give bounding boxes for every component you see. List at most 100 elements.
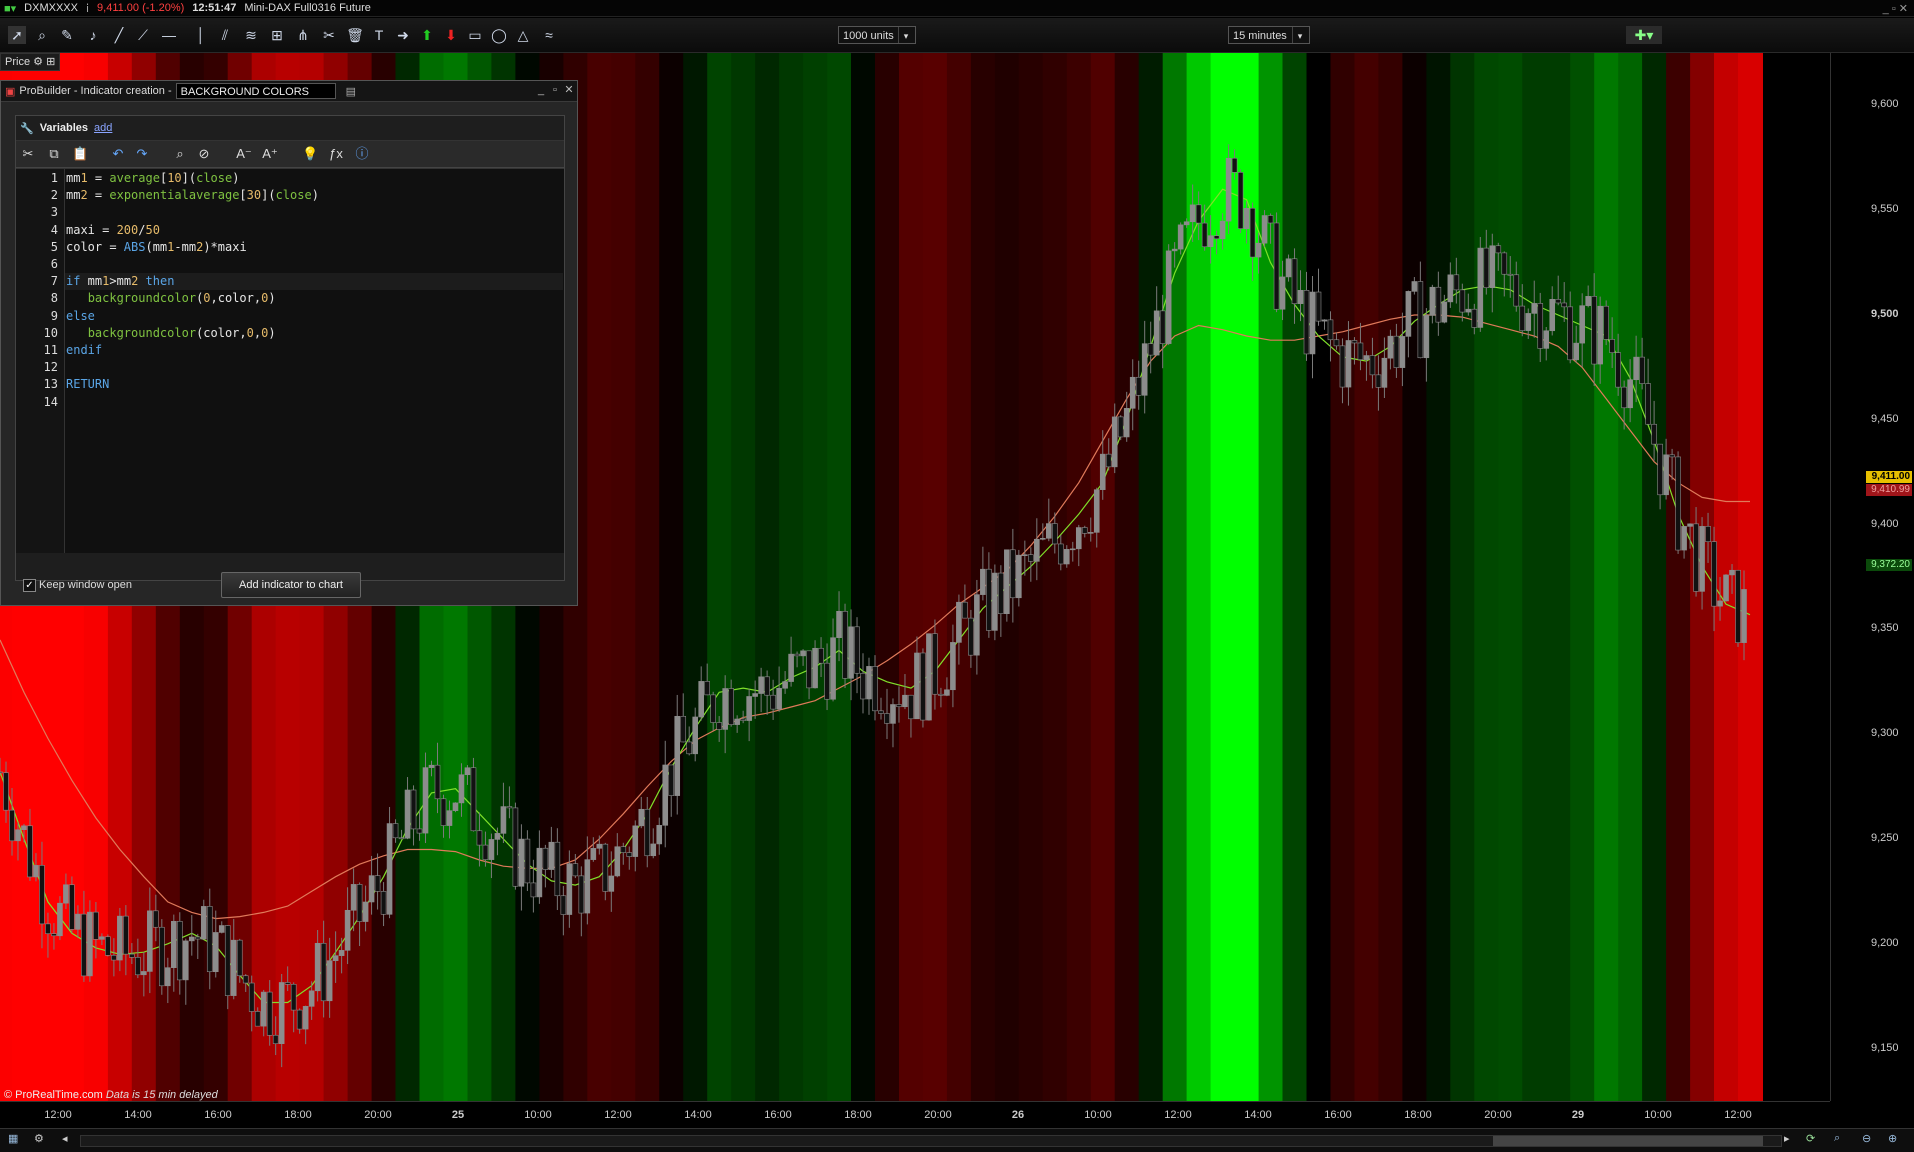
zoom-fit-icon[interactable]: ⌕: [1834, 1132, 1840, 1145]
maximize-icon[interactable]: ▫: [549, 84, 561, 96]
scroll-right-icon[interactable]: ▸: [1784, 1132, 1790, 1145]
zoom-out-icon[interactable]: ⊖: [1862, 1132, 1871, 1145]
wave-icon[interactable]: ≈: [540, 26, 558, 44]
help-icon[interactable]: ⓘ: [354, 146, 370, 162]
background-band: [1162, 53, 1188, 1101]
probuilder-titlebar[interactable]: ▣ ProBuilder - Indicator creation - BACK…: [1, 81, 577, 102]
candle: [602, 842, 609, 901]
channel-icon[interactable]: ⫽: [216, 26, 234, 44]
background-band: [1378, 53, 1404, 1101]
fibo-icon[interactable]: ≋: [242, 26, 260, 44]
background-band: [683, 53, 709, 1101]
add-indicator-button[interactable]: Add indicator to chart: [221, 572, 361, 598]
plus-icon[interactable]: ⊞: [46, 56, 55, 68]
function-icon[interactable]: ƒx: [328, 146, 344, 162]
credit-line: © ProRealTime.com Data is 15 min delayed: [4, 1089, 218, 1101]
time-tick-label: 20:00: [924, 1109, 952, 1121]
price-panel-tab[interactable]: Price ⚙ ⊞: [0, 53, 61, 71]
time-tick-label: 14:00: [124, 1109, 152, 1121]
candle: [1004, 549, 1010, 622]
background-band: [1498, 53, 1524, 1101]
arrow-up-icon[interactable]: ⬆: [418, 26, 436, 44]
replace-icon[interactable]: ⊘: [196, 146, 212, 162]
price-axis[interactable]: 9,411.00 9,410.99 9,372.20 9,600 9,550 9,5…: [1830, 53, 1914, 1101]
app-menu-icon[interactable]: ■▾: [4, 2, 16, 15]
time-axis[interactable]: 12:00 14:00 16:00 18:00 20:00 25 10:00 12:00 14:…: [0, 1101, 1830, 1128]
window-controls[interactable]: _ ▫ ✕: [1883, 2, 1908, 15]
zoom-in-icon[interactable]: ⊕: [1888, 1132, 1897, 1145]
arrow-down-icon[interactable]: ⬇: [442, 26, 460, 44]
zoom-icon[interactable]: ⌕: [33, 26, 51, 44]
keep-open-checkbox[interactable]: ✓: [23, 579, 36, 592]
calendar-icon[interactable]: ▦: [8, 1132, 18, 1145]
mm2-value-tag: 9,410.99: [1866, 484, 1912, 496]
chevron-down-icon: ▾: [1292, 27, 1307, 43]
background-band: [827, 53, 853, 1101]
units-select[interactable]: 1000 units ▾: [838, 26, 916, 44]
line-icon[interactable]: ╱: [110, 26, 128, 44]
horizontal-scrollbar[interactable]: [80, 1135, 1782, 1147]
cut-icon[interactable]: ✂: [20, 146, 36, 162]
hline-icon[interactable]: —: [160, 26, 178, 44]
close-icon[interactable]: ✕: [563, 84, 575, 96]
line-number: 3: [50, 205, 58, 220]
paste-icon[interactable]: 📋: [72, 146, 88, 162]
scroll-left-icon[interactable]: ◂: [62, 1132, 68, 1145]
font-increase-icon[interactable]: A⁺: [262, 146, 278, 162]
scissors-icon[interactable]: ✂: [320, 26, 338, 44]
background-band: [1306, 53, 1332, 1101]
chevron-down-icon: ▾: [898, 27, 913, 43]
ray-icon[interactable]: ⟋: [134, 26, 152, 44]
info-icon[interactable]: ⅰ: [86, 2, 89, 15]
line-number: 10: [43, 325, 58, 340]
candle: [1477, 236, 1484, 332]
cursor-icon[interactable]: ➚: [8, 26, 26, 44]
wrench-icon[interactable]: ⚙: [33, 56, 43, 68]
undo-icon[interactable]: ↶: [110, 146, 126, 162]
font-decrease-icon[interactable]: A⁻: [236, 146, 252, 162]
time-tick-label: 16:00: [1324, 1109, 1352, 1121]
ellipse-icon[interactable]: ◯: [490, 26, 508, 44]
clock: 12:51:47: [192, 2, 237, 14]
background-band: [1570, 53, 1596, 1101]
trash-icon[interactable]: 🗑: [346, 26, 364, 44]
config-icon[interactable]: ⚙: [34, 1132, 44, 1145]
candle: [926, 633, 932, 721]
background-band: [1666, 53, 1692, 1101]
keep-open-label: Keep window open: [39, 579, 132, 591]
probuilder-window[interactable]: ▣ ProBuilder - Indicator creation - BACK…: [0, 80, 578, 606]
pitchfork-icon[interactable]: ⋔: [294, 26, 312, 44]
triangle-icon[interactable]: △: [514, 26, 532, 44]
search-icon[interactable]: ⌕: [172, 146, 188, 162]
add-variable-link[interactable]: add: [94, 122, 112, 134]
line-number: 13: [43, 377, 58, 392]
symbol-label[interactable]: DXMXXXX: [24, 2, 78, 14]
copy-icon[interactable]: ⧉: [46, 146, 62, 162]
redo-icon[interactable]: ↷: [134, 146, 150, 162]
editor-toolbar: ✂ ⧉ 📋 ↶ ↷ ⌕ ⊘ A⁻ A⁺ 💡 ƒx ⓘ: [16, 141, 564, 168]
text-icon[interactable]: T: [370, 26, 388, 44]
save-icon[interactable]: ▤: [346, 85, 356, 98]
price-tick-label: 9,200: [1871, 936, 1899, 949]
indicator-name-field[interactable]: BACKGROUND COLORS: [175, 83, 336, 99]
line-number: 9: [50, 308, 58, 323]
rectangle-icon[interactable]: ▭: [466, 26, 484, 44]
background-band: [1402, 53, 1428, 1101]
code-editor[interactable]: 1 2 3 4 5 6 7 8 9 10 11 12 13 14 mm1 = average[10](cl…: [16, 168, 564, 553]
arrow-right-icon[interactable]: ➜: [394, 26, 412, 44]
vline-icon[interactable]: │: [192, 26, 210, 44]
title-bar: ■▾ DXMXXXX ⅰ 9,411.00 (-1.20%) 12:51:47 …: [0, 0, 1914, 17]
bulb-icon[interactable]: 💡: [302, 146, 318, 162]
variables-header: 🔧 Variables add: [16, 116, 564, 141]
pencil-icon[interactable]: ✎: [58, 26, 76, 44]
minimize-icon[interactable]: _: [535, 84, 547, 96]
candle: [386, 806, 393, 919]
add-indicator-icon[interactable]: ✚▾: [1626, 26, 1662, 44]
grid-icon[interactable]: ⊞: [268, 26, 286, 44]
background-band: [779, 53, 805, 1101]
alert-bell-icon[interactable]: ♪: [84, 26, 102, 44]
timeframe-select[interactable]: 15 minutes ▾: [1228, 26, 1310, 44]
background-band: [1546, 53, 1572, 1101]
refresh-icon[interactable]: ⟳: [1806, 1132, 1815, 1145]
scrollbar-thumb[interactable]: [1493, 1136, 1763, 1146]
